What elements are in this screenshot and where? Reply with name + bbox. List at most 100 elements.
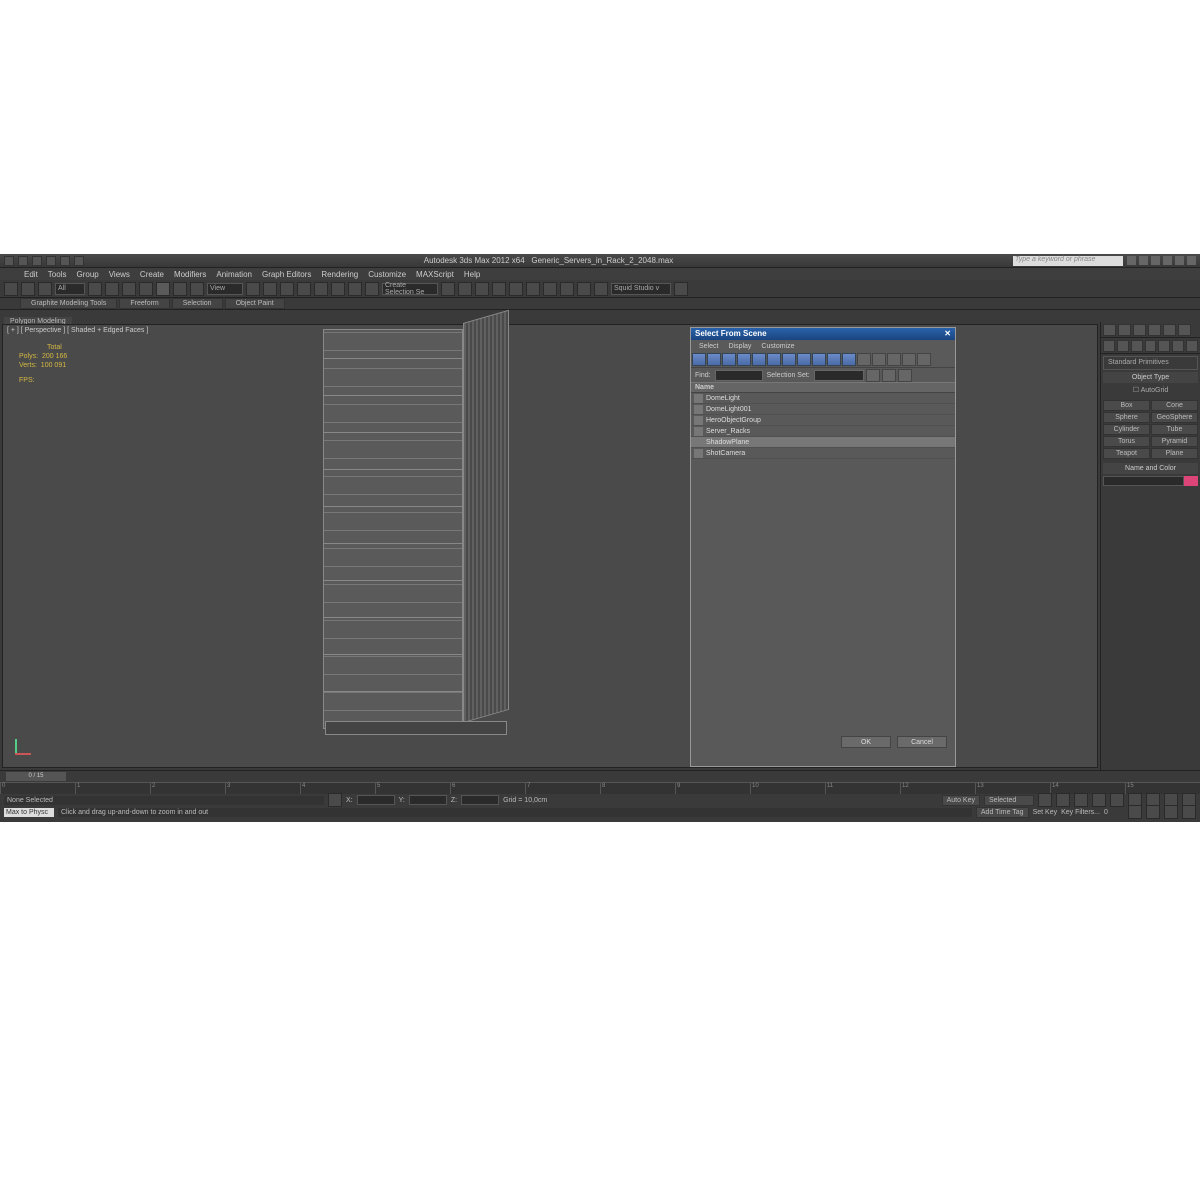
menu-edit[interactable]: Edit (24, 270, 38, 279)
plane-button[interactable]: Plane (1151, 448, 1198, 459)
key-filters-button[interactable]: Key Filters... (1061, 809, 1100, 816)
add-time-tag[interactable]: Add Time Tag (976, 807, 1029, 818)
cylinder-button[interactable]: Cylinder (1103, 424, 1150, 435)
minimize-icon[interactable] (1163, 256, 1172, 265)
curve-editor-icon[interactable] (509, 282, 523, 296)
time-ruler[interactable]: 0 1 2 3 4 5 6 7 8 9 10 11 12 13 14 15 (0, 782, 1200, 794)
close-icon[interactable] (1187, 256, 1196, 265)
move-icon[interactable] (156, 282, 170, 296)
open-icon[interactable] (32, 256, 42, 266)
time-slider[interactable]: 0 / 15 (0, 770, 1200, 782)
sfs-menu-select[interactable]: Select (699, 343, 718, 350)
unlink-icon[interactable] (21, 282, 35, 296)
select-name-icon[interactable] (105, 282, 119, 296)
render-preset[interactable]: Squid Studio v (611, 283, 671, 295)
render-frame-icon[interactable] (577, 282, 591, 296)
viewport-label[interactable]: [ + ] [ Perspective ] [ Shaded + Edged F… (7, 327, 148, 334)
mirror-icon[interactable] (441, 282, 455, 296)
render-last-icon[interactable] (674, 282, 688, 296)
sfs-list[interactable]: DomeLight DomeLight001 HeroObjectGroup S… (691, 393, 955, 733)
tab-freeform[interactable]: Freeform (119, 298, 169, 309)
tab-graphite[interactable]: Graphite Modeling Tools (20, 298, 117, 309)
sfs-cancel-button[interactable]: Cancel (897, 736, 947, 748)
goto-start-icon[interactable] (1038, 793, 1052, 807)
geosphere-button[interactable]: GeoSphere (1151, 412, 1198, 423)
sfs-item[interactable]: HeroObjectGroup (691, 415, 955, 426)
new-icon[interactable] (18, 256, 28, 266)
teapot-button[interactable]: Teapot (1103, 448, 1150, 459)
modify-tab-icon[interactable] (1118, 324, 1131, 336)
motion-tab-icon[interactable] (1148, 324, 1161, 336)
sfs-filter-bones-icon[interactable] (812, 353, 826, 366)
next-frame-icon[interactable] (1092, 793, 1106, 807)
torus-button[interactable]: Torus (1103, 436, 1150, 447)
sfs-titlebar[interactable]: Select From Scene✕ (691, 328, 955, 340)
menu-views[interactable]: Views (109, 270, 130, 279)
helpers-icon[interactable] (1158, 340, 1170, 352)
tab-selection[interactable]: Selection (172, 298, 223, 309)
link-icon[interactable] (4, 282, 18, 296)
walk-icon[interactable] (1164, 805, 1178, 819)
goto-end-icon[interactable] (1110, 793, 1124, 807)
sfs-expand-icon[interactable] (917, 353, 931, 366)
manipulate-icon[interactable] (263, 282, 277, 296)
menu-create[interactable]: Create (140, 270, 164, 279)
sfs-menu-display[interactable]: Display (728, 343, 751, 350)
object-name-field[interactable] (1103, 476, 1184, 486)
pivot-icon[interactable] (246, 282, 260, 296)
menu-help[interactable]: Help (464, 270, 480, 279)
prev-frame-icon[interactable] (1056, 793, 1070, 807)
maximize-icon[interactable] (1175, 256, 1184, 265)
sfs-filter-cameras-icon[interactable] (737, 353, 751, 366)
sfs-filter-frozen-icon[interactable] (842, 353, 856, 366)
sfs-funnel-icon[interactable] (902, 353, 916, 366)
sfs-filter-shapes-icon[interactable] (707, 353, 721, 366)
maximize-viewport-icon[interactable] (1182, 805, 1196, 819)
sfs-filter-spacewarps-icon[interactable] (767, 353, 781, 366)
name-and-color-rollout[interactable]: Name and Color (1103, 463, 1198, 474)
y-field[interactable] (409, 795, 447, 805)
server-rack-model[interactable] (323, 329, 513, 743)
percent-snap-icon[interactable] (331, 282, 345, 296)
select-icon[interactable] (88, 282, 102, 296)
sfs-filter-groups-icon[interactable] (782, 353, 796, 366)
display-tab-icon[interactable] (1163, 324, 1176, 336)
sfs-column-name[interactable]: Name (691, 382, 955, 393)
sphere-button[interactable]: Sphere (1103, 412, 1150, 423)
sfs-selset-remove-icon[interactable] (882, 369, 896, 382)
autogrid-checkbox[interactable]: ☐ AutoGrid (1103, 385, 1198, 397)
snap-icon[interactable] (297, 282, 311, 296)
help-search[interactable]: Type a keyword or phrase (1013, 256, 1123, 266)
menu-tools[interactable]: Tools (48, 270, 67, 279)
sfs-item[interactable]: ShotCamera (691, 448, 955, 459)
menu-rendering[interactable]: Rendering (321, 270, 358, 279)
time-slider-thumb[interactable]: 0 / 15 (6, 772, 66, 781)
spinner-snap-icon[interactable] (348, 282, 362, 296)
pyramid-button[interactable]: Pyramid (1151, 436, 1198, 447)
render-setup-icon[interactable] (560, 282, 574, 296)
create-tab-icon[interactable] (1103, 324, 1116, 336)
sfs-filter-containers-icon[interactable] (827, 353, 841, 366)
menu-animation[interactable]: Animation (216, 270, 252, 279)
edit-named-sel-icon[interactable] (365, 282, 379, 296)
select-from-scene-dialog[interactable]: Select From Scene✕ Select Display Custom… (690, 327, 956, 767)
sfs-item[interactable]: DomeLight (691, 393, 955, 404)
box-button[interactable]: Box (1103, 400, 1150, 411)
sfs-filter-xrefs-icon[interactable] (797, 353, 811, 366)
sfs-filter-helpers-icon[interactable] (752, 353, 766, 366)
tube-button[interactable]: Tube (1151, 424, 1198, 435)
geometry-icon[interactable] (1103, 340, 1115, 352)
shapes-icon[interactable] (1117, 340, 1129, 352)
sfs-selset-combo[interactable] (814, 370, 864, 381)
frame-field[interactable]: 0 (1104, 809, 1124, 816)
menu-modifiers[interactable]: Modifiers (174, 270, 206, 279)
sfs-item[interactable]: DomeLight001 (691, 404, 955, 415)
autokey-button[interactable]: Auto Key (942, 795, 980, 806)
x-field[interactable] (357, 795, 395, 805)
sfs-find-input[interactable] (715, 370, 763, 381)
menu-customize[interactable]: Customize (368, 270, 406, 279)
create-selection-set[interactable]: Create Selection Se (382, 283, 438, 295)
z-field[interactable] (461, 795, 499, 805)
sfs-selset-add-icon[interactable] (866, 369, 880, 382)
object-type-rollout[interactable]: Object Type (1103, 372, 1198, 383)
